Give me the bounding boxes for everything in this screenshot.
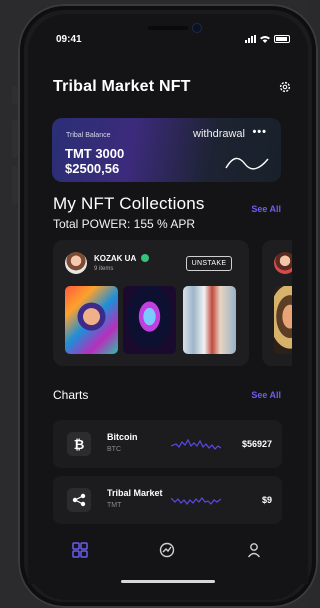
bitcoin-icon: ₿ — [67, 432, 91, 456]
profile-icon[interactable] — [246, 542, 262, 558]
gear-icon[interactable] — [278, 80, 292, 94]
nft-section-title: My NFT Collections — [53, 194, 205, 213]
nft-thumbnail[interactable] — [274, 286, 292, 354]
coin-price: $56927 — [241, 439, 272, 449]
coin-symbol: TMT — [107, 502, 122, 509]
balance-usd: $2500,56 — [65, 161, 120, 176]
balance-wave-icon — [225, 157, 269, 170]
withdrawal-link[interactable]: withdrawal — [193, 128, 245, 140]
nft-thumbnail[interactable] — [65, 286, 118, 354]
status-icons — [245, 35, 290, 43]
coin-name: Bitcoin — [107, 432, 138, 442]
coin-price: $9 — [261, 495, 272, 505]
total-power: Total POWER: 155 % APR — [53, 217, 196, 231]
dashboard-icon[interactable] — [72, 542, 88, 558]
bottom-tab-bar — [28, 528, 308, 584]
wifi-icon — [260, 36, 270, 43]
unstake-button[interactable]: UNSTAKE — [186, 256, 232, 271]
sparkline-icon — [171, 497, 221, 505]
signal-icon — [245, 35, 256, 43]
verified-icon — [141, 254, 149, 262]
coin-symbol: BTC — [107, 446, 121, 453]
balance-label: Tribal Balance — [66, 132, 111, 139]
avatar — [274, 252, 292, 274]
speaker-grille — [148, 26, 188, 30]
battery-icon — [274, 35, 290, 43]
charts-see-all-link[interactable]: See All — [251, 390, 281, 400]
balance-card[interactable]: Tribal Balance withdrawal ••• TMT 3000 $… — [52, 118, 281, 182]
charts-section-title: Charts — [53, 388, 89, 402]
app-screen: 09:41 Tribal Market NFT Tribal Balance w… — [28, 14, 308, 600]
front-camera — [193, 24, 201, 32]
sparkline-icon — [171, 438, 221, 450]
stage: 09:41 Tribal Market NFT Tribal Balance w… — [0, 0, 318, 608]
nft-thumbnail[interactable] — [183, 286, 236, 354]
collection-name: KOZAK UA — [94, 254, 137, 263]
nft-thumbnail[interactable] — [123, 286, 176, 354]
chart-row-bitcoin[interactable]: ₿ Bitcoin BTC $56927 — [53, 420, 282, 468]
collection-card[interactable]: KOZAK UA 9 items UNSTAKE — [53, 240, 249, 366]
home-indicator[interactable] — [121, 580, 215, 583]
collection-items-count: 9 items — [94, 266, 114, 272]
coin-name: Tribal Market — [107, 488, 163, 498]
status-time: 09:41 — [56, 34, 82, 45]
nft-see-all-link[interactable]: See All — [251, 204, 281, 214]
more-options-icon[interactable]: ••• — [252, 126, 267, 138]
page-title: Tribal Market NFT — [53, 78, 191, 95]
collection-card-partial[interactable] — [262, 240, 292, 366]
share-nodes-icon — [72, 493, 86, 507]
avatar — [65, 252, 87, 274]
tribal-market-icon — [67, 488, 91, 512]
balance-tmt: TMT 3000 — [65, 146, 125, 161]
chart-row-tribal-market[interactable]: Tribal Market TMT $9 — [53, 476, 282, 524]
chart-icon[interactable] — [159, 542, 175, 558]
